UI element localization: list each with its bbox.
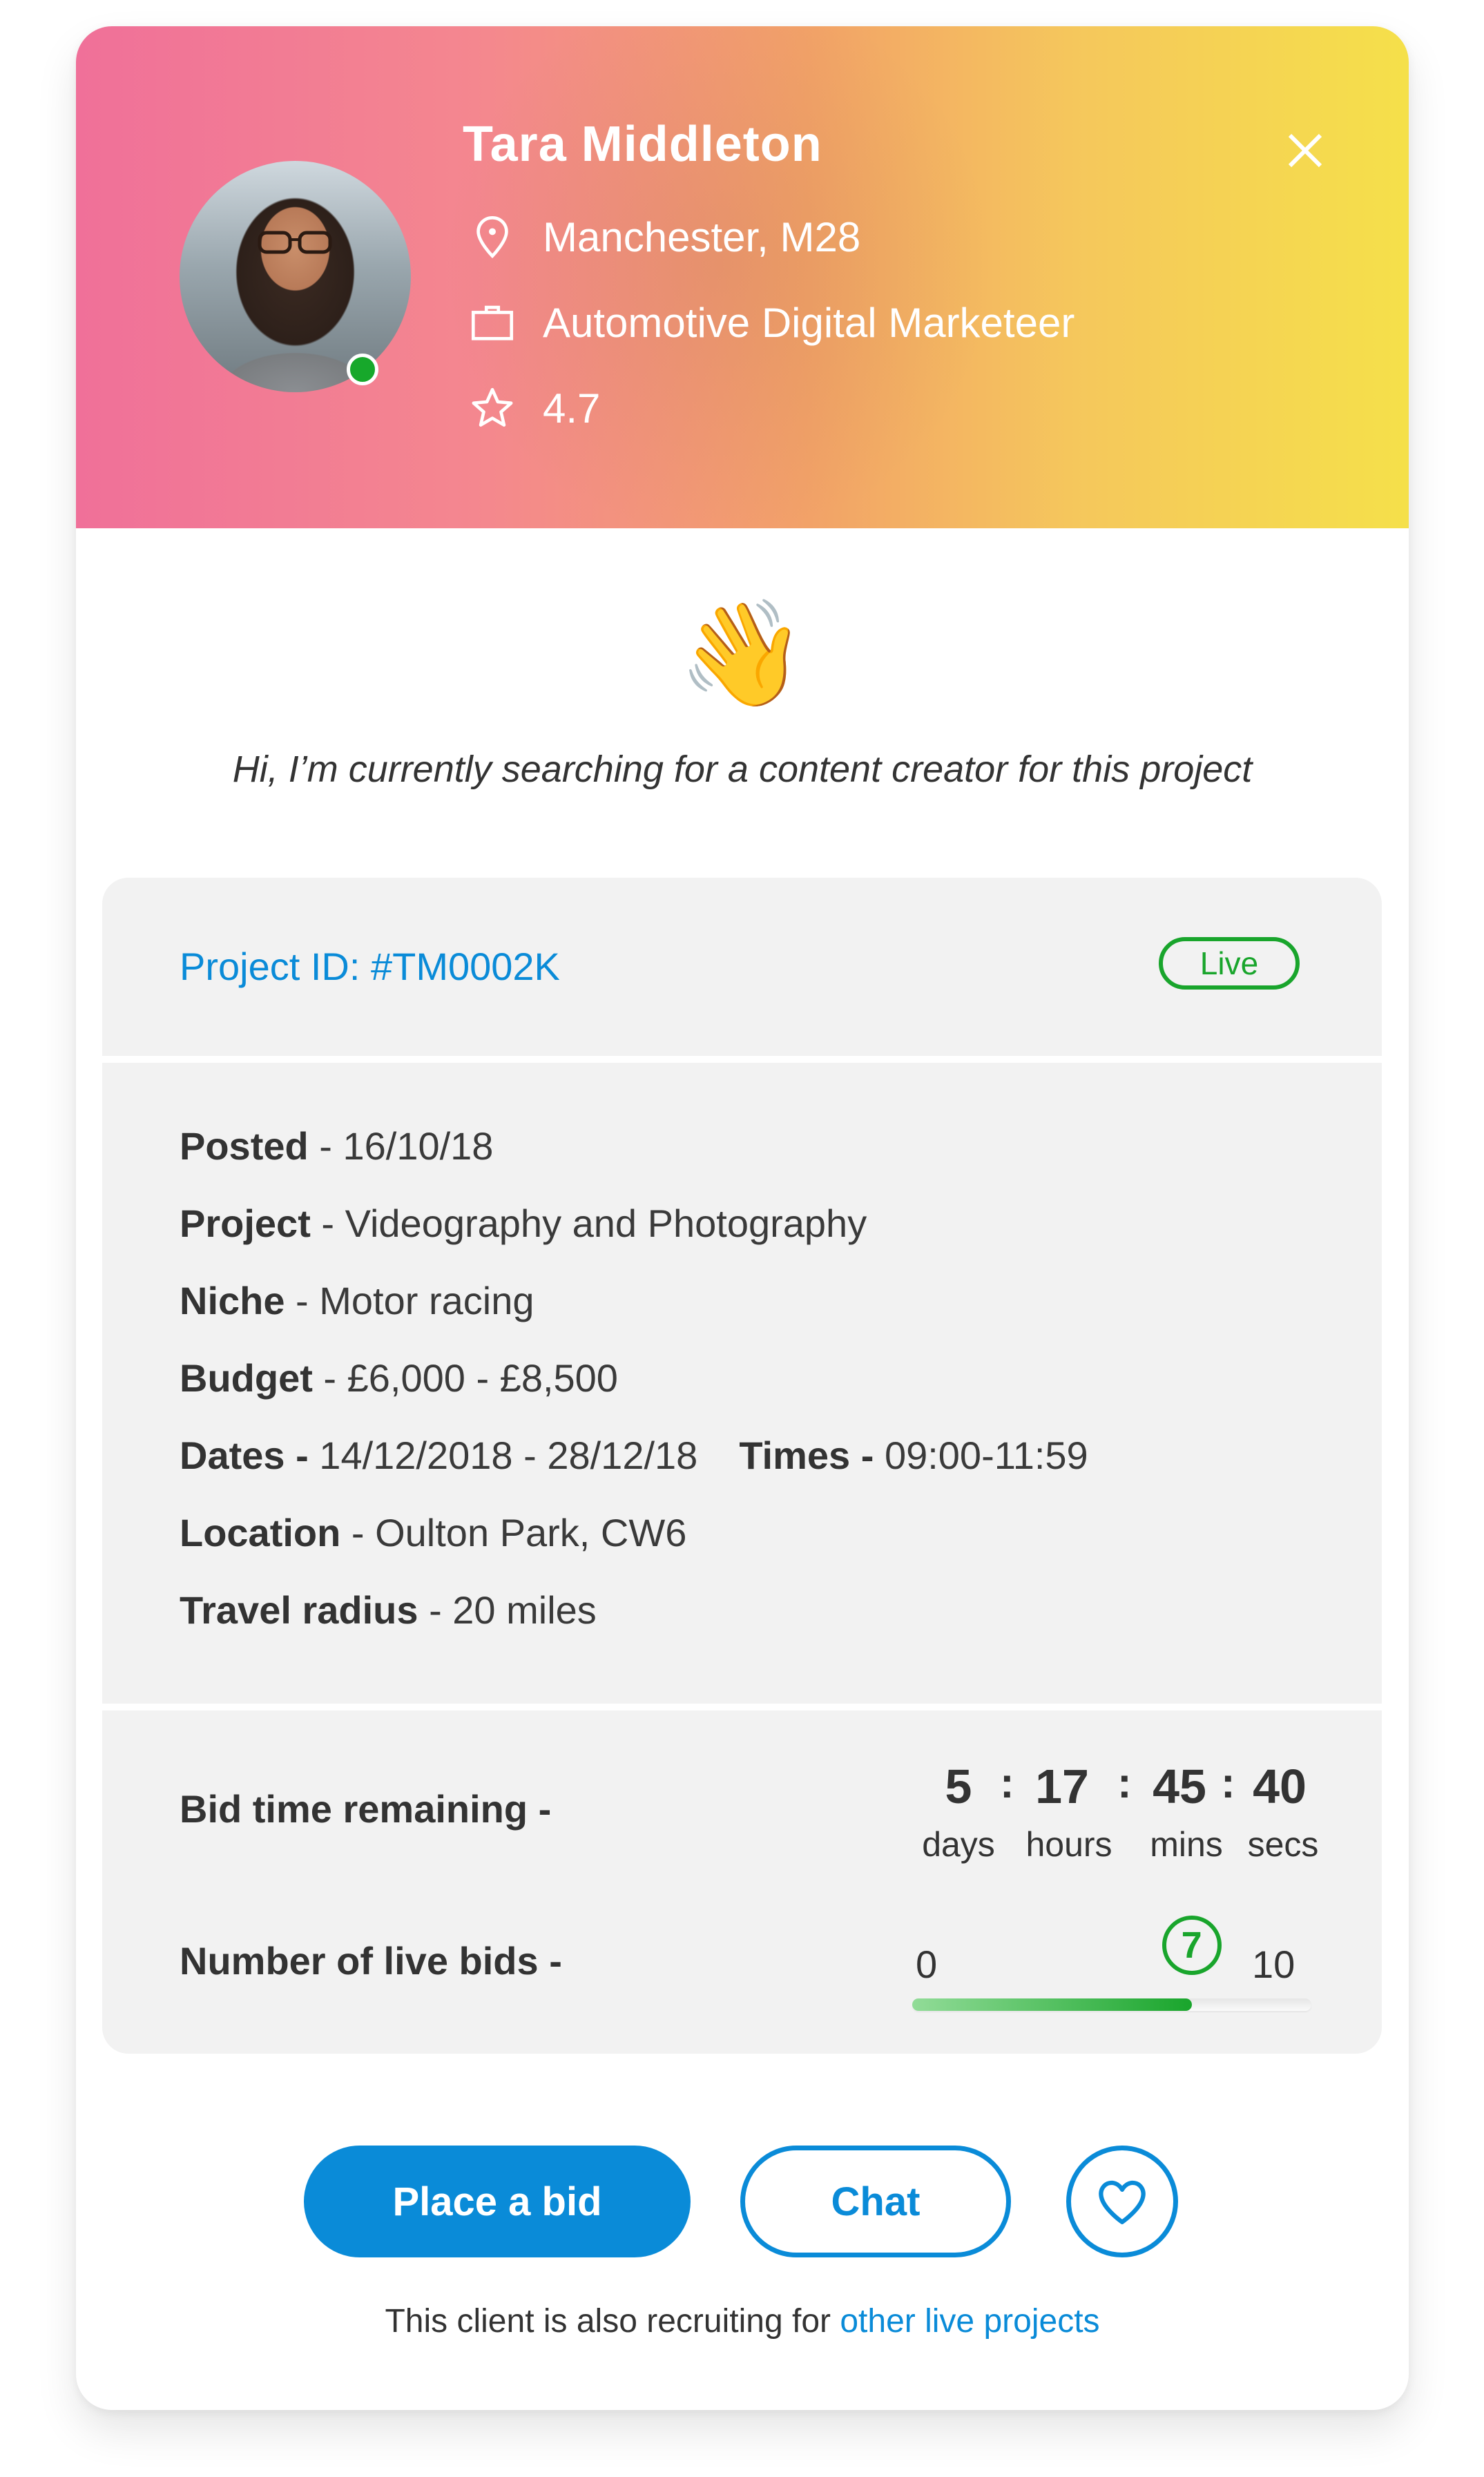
detail-separator: - <box>340 1511 376 1554</box>
countdown-hours: 17 <box>1035 1760 1089 1813</box>
star-icon <box>472 387 513 427</box>
live-bids-min: 0 <box>916 1943 938 1986</box>
chat-button[interactable]: Chat <box>740 2146 1011 2257</box>
detail-separator: - <box>312 1356 347 1400</box>
detail-location: Location - Oulton Park, CW6 <box>180 1510 686 1555</box>
detail-separator: - <box>285 1434 320 1477</box>
detail-value: 16/10/18 <box>343 1124 494 1168</box>
footer-note: This client is also recruiting for other… <box>76 2302 1409 2340</box>
detail-value: 14/12/2018 - 28/12/18 <box>319 1434 698 1477</box>
live-bids-meter: 0 7 10 <box>903 1907 1311 2018</box>
detail-separator: - <box>285 1279 320 1322</box>
countdown-unit-hours: hours <box>1025 1825 1112 1864</box>
countdown-days: 5 <box>945 1760 972 1813</box>
avatar-glasses <box>258 231 332 254</box>
greeting-message: Hi, I’m currently searching for a conten… <box>232 749 1253 790</box>
project-id-panel: Project ID: #TM0002K Live <box>102 878 1382 1056</box>
live-bids-max: 10 <box>1252 1943 1295 1986</box>
avatar[interactable] <box>180 161 411 392</box>
project-card: Tara Middleton Manchester, M28 Automotiv… <box>76 26 1409 2410</box>
online-status-indicator <box>347 354 378 385</box>
detail-times-label: Times <box>739 1434 851 1477</box>
occupation-text: Automotive Digital Marketeer <box>543 299 1075 346</box>
countdown-unit-days: days <box>922 1825 995 1864</box>
header-background-image <box>407 26 1029 528</box>
countdown-unit-mins: mins <box>1150 1825 1223 1864</box>
profile-header: Tara Middleton Manchester, M28 Automotiv… <box>76 26 1409 528</box>
detail-dates: Dates - 14/12/2018 - 28/12/18 Times - 09:… <box>180 1433 1088 1478</box>
detail-label: Posted <box>180 1124 309 1168</box>
detail-label: Project <box>180 1202 311 1245</box>
detail-times-value: 09:00-11:59 <box>884 1434 1088 1477</box>
heart-icon <box>1099 2180 1146 2224</box>
bid-countdown: 5 : 17 : 45 : 40 days hours mins secs <box>917 1759 1318 1876</box>
detail-value: £6,000 - £8,500 <box>347 1356 618 1400</box>
footer-text: This client is also recruiting for <box>385 2303 831 2340</box>
detail-label: Budget <box>180 1356 313 1400</box>
live-bids-track <box>912 1998 1311 2011</box>
close-icon[interactable] <box>1278 123 1333 178</box>
detail-budget: Budget - £6,000 - £8,500 <box>180 1356 618 1400</box>
detail-separator: - <box>418 1588 453 1632</box>
countdown-separator: : <box>1221 1760 1235 1807</box>
waving-hand-icon: 👋 <box>677 595 807 711</box>
project-id: Project ID: #TM0002K <box>180 945 560 988</box>
place-bid-button[interactable]: Place a bid <box>304 2146 691 2257</box>
briefcase-icon <box>471 305 514 340</box>
live-bids-fill <box>912 1998 1192 2011</box>
status-badge: Live <box>1159 937 1300 990</box>
detail-separator: - <box>310 1202 345 1245</box>
map-pin-icon <box>476 215 508 259</box>
countdown-mins: 45 <box>1153 1760 1206 1813</box>
profile-occupation: Automotive Digital Marketeer <box>468 298 1075 347</box>
bidding-panel: Bid time remaining - 5 : 17 : 45 : 40 da… <box>102 1710 1382 2054</box>
detail-label: Dates <box>180 1434 285 1477</box>
detail-travel-radius: Travel radius - 20 miles <box>180 1588 597 1632</box>
detail-value: Oulton Park, CW6 <box>375 1511 687 1554</box>
location-text: Manchester, M28 <box>543 213 861 260</box>
detail-value: 20 miles <box>452 1588 597 1632</box>
live-bids-current: 7 <box>1162 1916 1222 1975</box>
bid-time-remaining-label: Bid time remaining - <box>180 1787 552 1831</box>
detail-label: Location <box>180 1511 341 1554</box>
live-bids-label: Number of live bids - <box>180 1939 562 1983</box>
profile-rating: 4.7 <box>468 384 600 432</box>
project-details-panel: Posted - 16/10/18 Project - Videography … <box>102 1063 1382 1704</box>
other-live-projects-link[interactable]: other live projects <box>840 2303 1099 2340</box>
detail-label: Travel radius <box>180 1588 418 1632</box>
detail-project: Project - Videography and Photography <box>180 1201 867 1246</box>
countdown-secs: 40 <box>1253 1760 1307 1813</box>
detail-separator: - <box>850 1434 885 1477</box>
status-badge-label: Live <box>1199 945 1259 981</box>
favourite-button[interactable] <box>1066 2146 1178 2257</box>
countdown-separator: : <box>1000 1760 1014 1807</box>
detail-value: Motor racing <box>319 1279 534 1322</box>
detail-posted: Posted - 16/10/18 <box>180 1124 493 1168</box>
countdown-unit-secs: secs <box>1247 1825 1319 1864</box>
countdown-separator: : <box>1117 1760 1132 1807</box>
detail-niche: Niche - Motor racing <box>180 1278 534 1323</box>
detail-value: Videography and Photography <box>345 1202 867 1245</box>
profile-name: Tara Middleton <box>463 117 822 172</box>
profile-location: Manchester, M28 <box>468 213 860 261</box>
detail-separator: - <box>308 1124 343 1168</box>
detail-label: Niche <box>180 1279 285 1322</box>
rating-text: 4.7 <box>543 385 601 432</box>
live-bids-current-value: 7 <box>1181 1925 1202 1966</box>
